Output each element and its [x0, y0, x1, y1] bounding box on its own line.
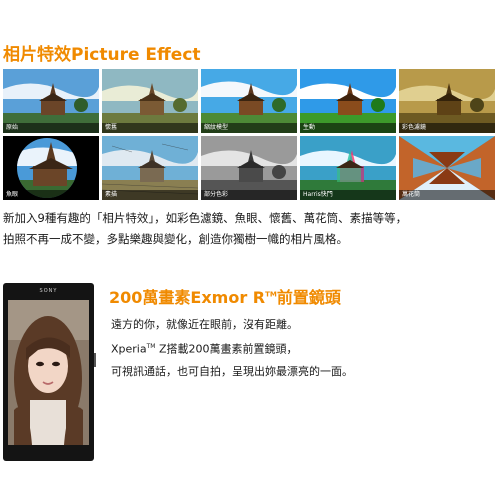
- description-line: 拍照不再一成不變，多點樂趣與變化，創造你獨樹一幟的相片風格。: [3, 232, 348, 246]
- trademark: TM: [265, 290, 277, 299]
- feature-line: XperiaTM Z搭載200萬畫素前置鏡頭，: [111, 336, 353, 361]
- effect-label: 彩色濾鏡: [399, 123, 495, 133]
- section-title-picture-effect: 相片特效Picture Effect: [3, 45, 201, 65]
- front-camera-title: 200萬畫素Exmor RTM前置鏡頭: [109, 284, 341, 308]
- title-prefix: 200萬畫素Exmor R: [109, 288, 266, 307]
- effects-description: 新加入9種有趣的「相片特效」，如彩色濾鏡、魚眼、懷舊、萬花筒、素描等等， 拍照不…: [3, 208, 497, 250]
- effect-label: Harris快門: [300, 190, 396, 200]
- feature-line: 可視訊通話，也可自拍，呈現出妳最漂亮的一面。: [111, 364, 353, 378]
- effect-tile-partial-color: 部分色彩: [201, 136, 297, 200]
- effect-label: 萬花筒: [399, 190, 495, 200]
- description-line: 新加入9種有趣的「相片特效」，如彩色濾鏡、魚眼、懷舊、萬花筒、素描等等，: [3, 211, 408, 225]
- effect-grid: 原始 懷舊 縮紋模型 生動 彩色濾鏡 魚眼 素描 部分色彩 Harris快門 萬…: [3, 69, 497, 200]
- effect-label: 縮紋模型: [201, 123, 297, 133]
- title-suffix: 前置鏡頭: [276, 288, 341, 307]
- effect-tile-sketch: 素描: [102, 136, 198, 200]
- xperia-name: Xperia: [111, 342, 147, 356]
- phone-brand-logo: SONY: [39, 288, 58, 294]
- effect-label: 部分色彩: [201, 190, 297, 200]
- phone-side-button: [94, 353, 96, 367]
- effect-tile-original: 原始: [3, 69, 99, 133]
- effect-label: 生動: [300, 123, 396, 133]
- effect-label: 素描: [102, 190, 198, 200]
- front-camera-description: 遠方的你，就像近在眼前，沒有距離。 XperiaTM Z搭載200萬畫素前置鏡頭…: [111, 314, 353, 383]
- feature-line: 遠方的你，就像近在眼前，沒有距離。: [111, 318, 298, 331]
- effect-tile-color-filter: 彩色濾鏡: [399, 69, 495, 133]
- effect-tile-vivid: 生動: [300, 69, 396, 133]
- feature-line-rest: Z搭載200萬畫素前置鏡頭，: [155, 342, 298, 356]
- effect-label: 魚眼: [3, 190, 99, 200]
- xperia-phone-image: SONY: [3, 283, 96, 461]
- effect-label: 懷舊: [102, 123, 198, 133]
- effect-tile-miniature: 縮紋模型: [201, 69, 297, 133]
- effect-tile-harris-shutter: Harris快門: [300, 136, 396, 200]
- effect-tile-kaleidoscope: 萬花筒: [399, 136, 495, 200]
- selfie-photo: [8, 300, 89, 445]
- effect-label: 原始: [3, 123, 99, 133]
- effect-tile-fisheye: 魚眼: [3, 136, 99, 200]
- effect-tile-nostalgic: 懷舊: [102, 69, 198, 133]
